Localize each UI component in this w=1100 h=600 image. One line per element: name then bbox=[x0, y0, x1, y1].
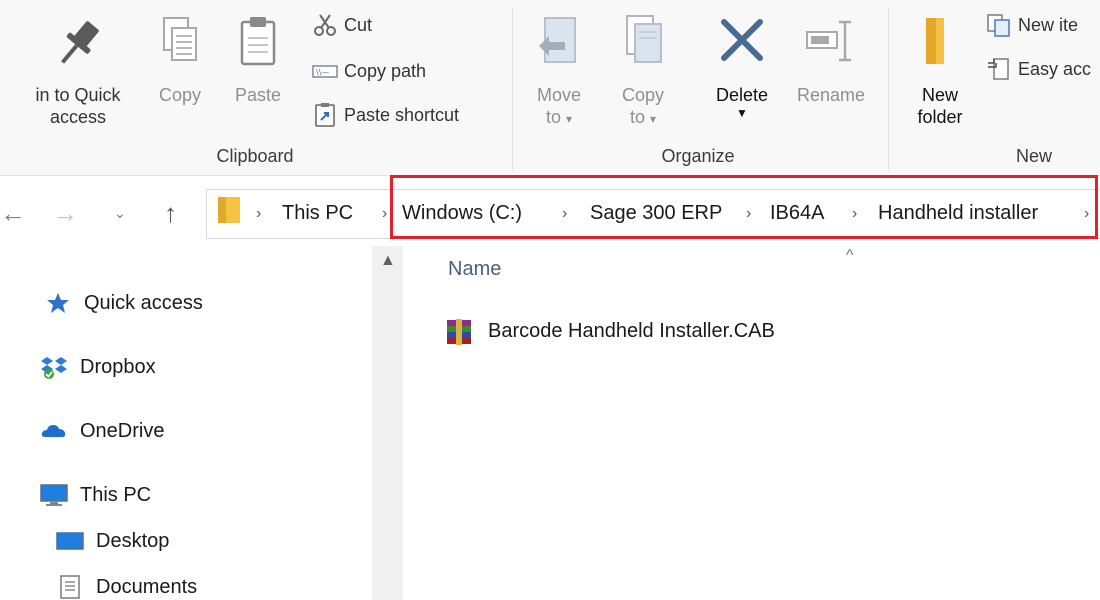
copy-path-label: Copy path bbox=[344, 61, 427, 81]
nav-pane-scrollbar[interactable]: ▲ bbox=[372, 246, 403, 600]
copy-label: Copy bbox=[158, 85, 202, 105]
chevron-down-icon: ▼ bbox=[736, 106, 748, 120]
organize-group-label: Organize bbox=[661, 146, 735, 166]
new-item-icon bbox=[987, 14, 1010, 37]
easy-access-button[interactable]: Easy acc bbox=[986, 54, 1100, 84]
nav-item-label: This PC bbox=[80, 484, 152, 506]
copy-to-label-line2: to ▾ bbox=[629, 107, 657, 127]
clipboard-paste-icon bbox=[240, 17, 276, 66]
cut-label: Cut bbox=[344, 15, 373, 35]
file-list bbox=[403, 246, 1100, 600]
breadcrumb-chevron-icon[interactable]: › bbox=[382, 201, 387, 227]
pin-to-quick-access-button[interactable]: in to Quick access bbox=[18, 14, 138, 128]
rename-label: Rename bbox=[796, 85, 866, 105]
new-folder-label-line1: New bbox=[921, 85, 958, 105]
highlight-annotation-box bbox=[390, 175, 1098, 239]
paste-label: Paste bbox=[234, 85, 282, 105]
back-arrow-icon[interactable]: ← bbox=[0, 198, 26, 228]
nav-item-label: Quick access bbox=[84, 292, 203, 314]
copy-to-icon bbox=[626, 15, 662, 63]
nav-item-label: Documents bbox=[96, 576, 198, 598]
clipboard-group-label: Clipboard bbox=[216, 146, 294, 166]
nav-item-label: Dropbox bbox=[80, 356, 156, 378]
delete-x-icon bbox=[721, 19, 763, 61]
delete-label: Delete bbox=[715, 85, 769, 105]
new-folder-label-line2: folder bbox=[917, 107, 963, 127]
group-separator bbox=[888, 8, 889, 170]
easy-access-icon bbox=[988, 58, 1009, 80]
documents-icon bbox=[60, 575, 80, 599]
monitor-icon bbox=[40, 484, 68, 506]
folder-icon bbox=[218, 197, 240, 223]
star-pin-icon bbox=[47, 293, 69, 313]
column-header-name[interactable]: Name bbox=[448, 258, 501, 281]
new-folder-button[interactable]: New folder bbox=[900, 14, 980, 128]
recent-locations-chevron-icon[interactable]: ⌄ bbox=[114, 198, 126, 228]
rename-icon bbox=[806, 20, 851, 62]
new-folder-icon bbox=[926, 18, 944, 64]
pin-label-line1: in to Quick bbox=[35, 85, 121, 105]
dropbox-icon bbox=[41, 357, 67, 379]
paste-shortcut-button[interactable]: Paste shortcut bbox=[312, 100, 502, 130]
move-to-icon bbox=[539, 17, 576, 63]
move-to-label-line1: Move bbox=[536, 85, 581, 105]
archive-books-icon bbox=[447, 319, 471, 345]
move-to-button[interactable]: Move to ▾ bbox=[526, 14, 592, 130]
scroll-up-arrow-icon[interactable]: ▲ bbox=[380, 252, 396, 270]
new-item-label: New ite bbox=[1018, 15, 1079, 35]
file-name: Barcode Handheld Installer.CAB bbox=[488, 320, 775, 342]
nav-item-label: OneDrive bbox=[80, 420, 165, 442]
up-arrow-icon[interactable]: ↑ bbox=[164, 198, 177, 228]
paste-shortcut-icon bbox=[315, 103, 335, 127]
group-separator bbox=[512, 8, 513, 170]
move-to-label-line2: to ▾ bbox=[545, 107, 573, 127]
pin-icon bbox=[61, 21, 99, 64]
copy-icon bbox=[163, 17, 197, 61]
svg-text:\\—: \\— bbox=[316, 68, 329, 77]
pin-label-line2: access bbox=[49, 107, 107, 127]
nav-item-label: Desktop bbox=[96, 530, 170, 552]
scissors-icon bbox=[314, 14, 336, 36]
ribbon: in to Quick access Copy Paste Cut \\— Co… bbox=[0, 0, 1100, 176]
sort-ascending-caret-icon: ^ bbox=[846, 247, 854, 264]
copy-path-button[interactable]: \\— Copy path bbox=[312, 56, 472, 86]
rename-button[interactable]: Rename bbox=[786, 14, 876, 106]
delete-button[interactable]: Delete ▼ bbox=[704, 14, 780, 120]
copy-button[interactable]: Copy bbox=[150, 14, 210, 106]
new-item-button[interactable]: New ite bbox=[986, 10, 1100, 40]
new-group-label: New bbox=[1015, 146, 1052, 166]
onedrive-cloud-icon bbox=[41, 425, 66, 437]
paste-button[interactable]: Paste bbox=[228, 14, 288, 106]
chevron-down-icon: ▾ bbox=[566, 112, 573, 126]
desktop-icon bbox=[56, 532, 84, 550]
easy-access-label: Easy acc bbox=[1018, 59, 1092, 79]
breadcrumb-this-pc[interactable]: This PC bbox=[282, 200, 353, 226]
copy-path-icon: \\— bbox=[312, 65, 338, 78]
paste-shortcut-label: Paste shortcut bbox=[344, 105, 460, 125]
copy-to-label-line1: Copy bbox=[621, 85, 665, 105]
breadcrumb-chevron-icon[interactable]: › bbox=[256, 201, 261, 227]
chevron-down-icon: ▾ bbox=[650, 112, 657, 126]
copy-to-button[interactable]: Copy to ▾ bbox=[610, 14, 676, 130]
forward-arrow-icon[interactable]: → bbox=[52, 198, 78, 228]
cut-button[interactable]: Cut bbox=[312, 10, 432, 40]
